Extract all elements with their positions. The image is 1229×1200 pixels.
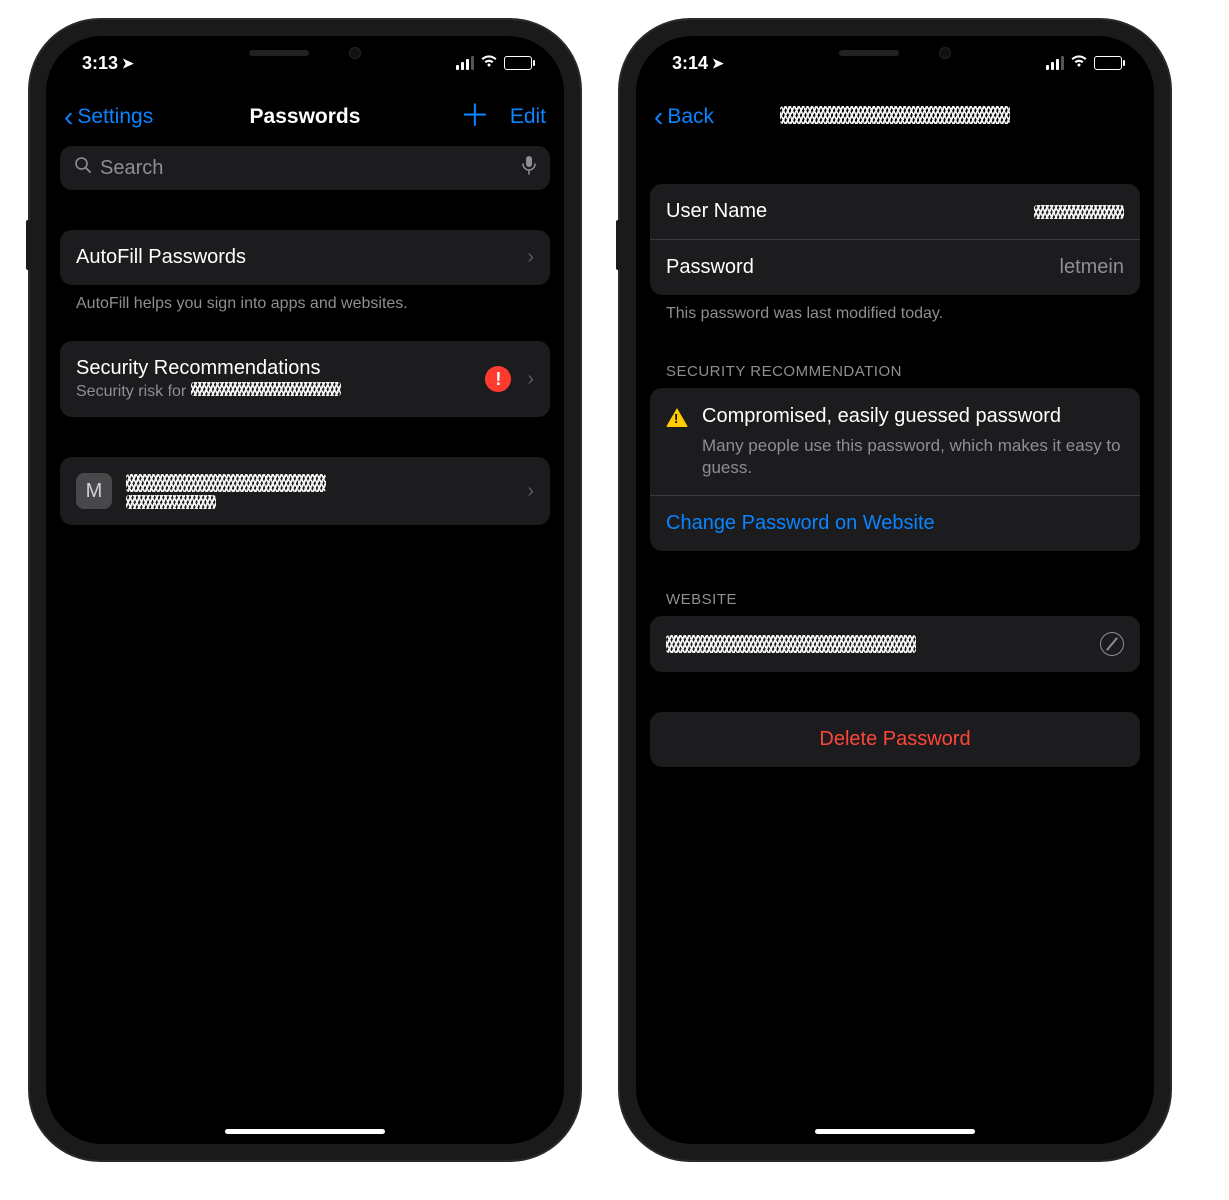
battery-icon [1094, 56, 1122, 70]
autofill-label: AutoFill Passwords [76, 246, 246, 269]
mic-icon[interactable] [522, 155, 536, 181]
status-time: 3:13 [82, 53, 118, 74]
password-label: Password [666, 256, 754, 279]
nav-bar: ‹ Back [636, 90, 1154, 144]
recommendation-header: SECURITY RECOMMENDATION [650, 363, 1140, 388]
account-row[interactable]: M › [60, 457, 550, 525]
recommendation-title: Compromised, easily guessed password [702, 404, 1124, 429]
wifi-icon [1070, 54, 1088, 73]
add-button[interactable]: ＋ [460, 102, 490, 132]
chevron-right-icon: › [527, 246, 534, 269]
home-indicator[interactable] [815, 1129, 975, 1134]
warning-icon [666, 408, 688, 427]
back-label: Back [667, 105, 714, 129]
recommendation-desc: Many people use this password, which mak… [702, 435, 1124, 479]
edit-button[interactable]: Edit [510, 105, 546, 129]
website-header: WEBSITE [650, 591, 1140, 616]
battery-icon [504, 56, 532, 70]
status-time: 3:14 [672, 53, 708, 74]
redacted-domain [191, 382, 341, 396]
location-icon: ➤ [712, 55, 724, 72]
redacted-website-url [666, 635, 916, 653]
chevron-left-icon: ‹ [654, 103, 663, 131]
security-recommendations-row[interactable]: Security Recommendations Security risk f… [60, 341, 550, 417]
phone-frame-left: 3:13 ➤ ‹ Settings Passwords ＋ Edit [30, 20, 580, 1160]
redacted-user [126, 495, 216, 509]
security-sub: Security risk for [76, 382, 341, 401]
website-row[interactable] [650, 616, 1140, 672]
password-row[interactable]: Password letmein [650, 239, 1140, 295]
avatar: M [76, 473, 112, 509]
username-row[interactable]: User Name [650, 184, 1140, 239]
phone-frame-right: 3:14 ➤ ‹ Back [620, 20, 1170, 1160]
home-indicator[interactable] [225, 1129, 385, 1134]
wifi-icon [480, 54, 498, 73]
autofill-passwords-row[interactable]: AutoFill Passwords › [60, 230, 550, 285]
search-placeholder: Search [100, 157, 514, 180]
signal-icon [456, 56, 474, 70]
modified-footer: This password was last modified today. [650, 295, 1140, 323]
chevron-left-icon: ‹ [64, 103, 73, 131]
change-password-link[interactable]: Change Password on Website [650, 496, 951, 551]
search-input[interactable]: Search [60, 146, 550, 190]
signal-icon [1046, 56, 1064, 70]
screen-left: 3:13 ➤ ‹ Settings Passwords ＋ Edit [46, 36, 564, 1144]
recommendation-row: Compromised, easily guessed password Man… [650, 388, 1140, 495]
notch [190, 36, 420, 70]
autofill-footer: AutoFill helps you sign into apps and we… [60, 285, 550, 313]
redacted-username-value [1034, 205, 1124, 219]
search-icon [74, 156, 92, 180]
back-button[interactable]: ‹ Settings [64, 103, 153, 131]
nav-bar: ‹ Settings Passwords ＋ Edit [46, 90, 564, 144]
back-label: Settings [77, 105, 153, 129]
location-icon: ➤ [122, 55, 134, 72]
redacted-site [126, 474, 326, 492]
page-title-redacted [780, 106, 1010, 129]
delete-password-button[interactable]: Delete Password [650, 712, 1140, 767]
chevron-right-icon: › [527, 368, 534, 391]
password-value: letmein [1060, 256, 1124, 279]
security-label: Security Recommendations [76, 357, 341, 380]
alert-icon: ! [485, 366, 511, 392]
safari-icon[interactable] [1100, 632, 1124, 656]
page-title: Passwords [250, 105, 361, 129]
screen-right: 3:14 ➤ ‹ Back [636, 36, 1154, 1144]
username-label: User Name [666, 200, 767, 223]
notch [780, 36, 1010, 70]
back-button[interactable]: ‹ Back [654, 103, 714, 131]
chevron-right-icon: › [527, 480, 534, 503]
